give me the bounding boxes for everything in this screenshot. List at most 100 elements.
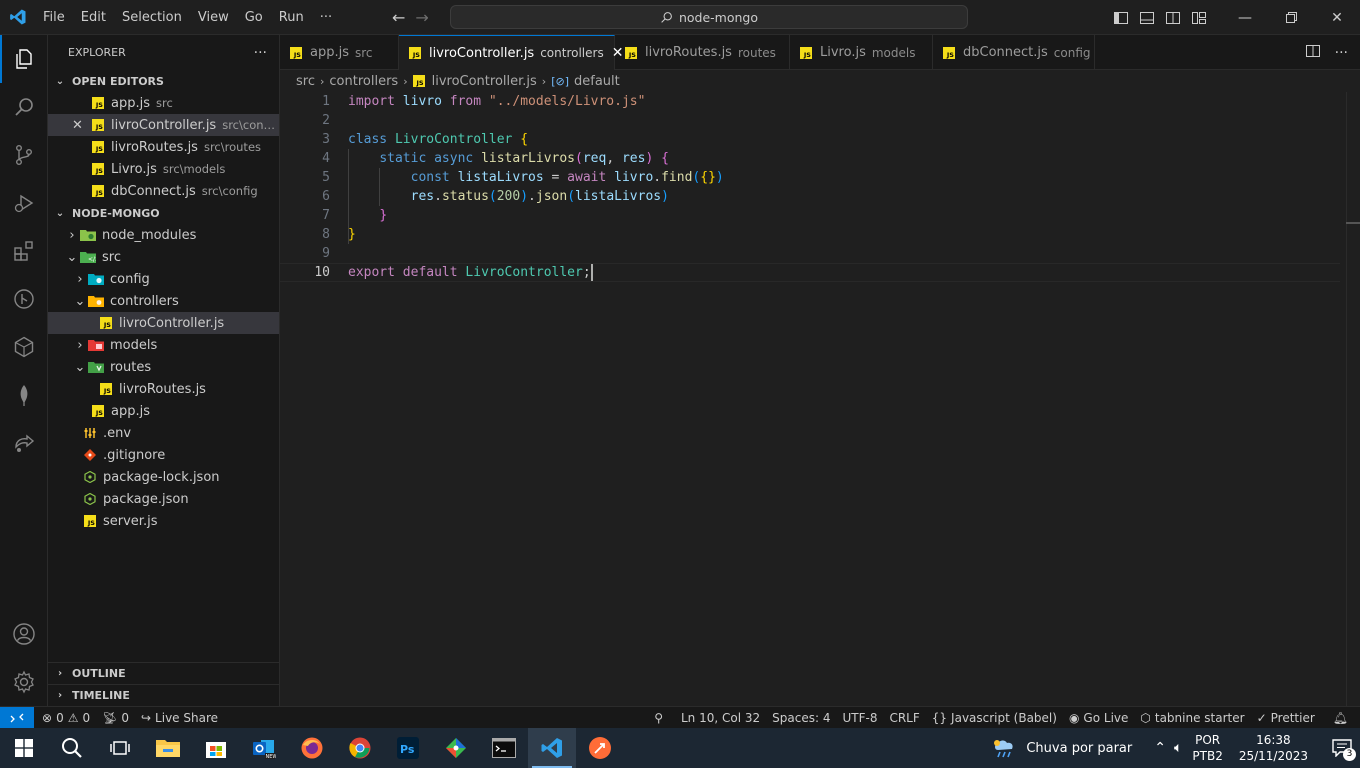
- run-debug-icon[interactable]: [0, 179, 48, 227]
- tree-file-package-lock[interactable]: package-lock.json: [48, 466, 279, 488]
- breadcrumb-item[interactable]: default: [574, 74, 620, 89]
- tree-folder-config[interactable]: › config: [48, 268, 279, 290]
- volume-icon[interactable]: 🔈︎: [1174, 740, 1182, 756]
- chrome-icon[interactable]: [336, 728, 384, 768]
- open-editor-item[interactable]: ✕ JS livroController.js src\control...: [48, 114, 279, 136]
- forward-arrow-icon[interactable]: →: [415, 8, 428, 27]
- vscode-taskbar-icon[interactable]: [528, 728, 576, 768]
- outline-section[interactable]: › OUTLINE: [48, 662, 279, 684]
- breadcrumb-item[interactable]: src: [296, 74, 315, 89]
- tree-file-server[interactable]: JS server.js: [48, 510, 279, 532]
- menu-more[interactable]: ···: [312, 0, 340, 35]
- close-icon[interactable]: ✕: [72, 118, 83, 133]
- photoshop-icon[interactable]: Ps: [384, 728, 432, 768]
- remote-explorer-icon[interactable]: [0, 323, 48, 371]
- postman-icon[interactable]: [576, 728, 624, 768]
- close-window-button[interactable]: ✕: [1314, 0, 1360, 35]
- menu-selection[interactable]: Selection: [114, 0, 190, 35]
- toggle-primary-sidebar-icon[interactable]: [1108, 0, 1134, 35]
- file-explorer-icon[interactable]: [144, 728, 192, 768]
- live-share-icon[interactable]: [0, 419, 48, 467]
- tree-file-app[interactable]: JS app.js: [48, 400, 279, 422]
- indentation[interactable]: Spaces: 4: [766, 707, 836, 729]
- split-editor-icon[interactable]: [1305, 43, 1321, 63]
- tab-dbconnect-js[interactable]: JS dbConnect.js config: [933, 35, 1095, 70]
- chevron-right-icon: ›: [69, 227, 75, 243]
- input-language[interactable]: POR PTB2: [1192, 732, 1222, 764]
- editor-scrollbar[interactable]: [1346, 92, 1360, 706]
- menu-view[interactable]: View: [190, 0, 237, 35]
- terminal-icon[interactable]: [480, 728, 528, 768]
- tab-livroroutes-js[interactable]: JS livroRoutes.js routes: [615, 35, 790, 70]
- git-client-icon[interactable]: [432, 728, 480, 768]
- explorer-more-actions[interactable]: ···: [254, 45, 267, 61]
- customize-layout-icon[interactable]: [1186, 0, 1212, 35]
- remote-indicator-icon[interactable]: [0, 706, 34, 729]
- extensions-icon[interactable]: [0, 227, 48, 275]
- git-graph-icon[interactable]: [0, 275, 48, 323]
- outlook-icon[interactable]: NEW: [240, 728, 288, 768]
- open-editor-item[interactable]: JS Livro.js src\models: [48, 158, 279, 180]
- tabnine-status[interactable]: ⬡ tabnine starter: [1134, 707, 1250, 729]
- explorer-icon[interactable]: [0, 35, 48, 83]
- tree-file-livrocontroller[interactable]: JS livroController.js: [48, 312, 279, 334]
- mongodb-leaf-icon[interactable]: [0, 371, 48, 419]
- task-view-icon[interactable]: [96, 728, 144, 768]
- command-center-search[interactable]: node-mongo: [450, 5, 968, 29]
- code-editor[interactable]: 1 2 3 4 5 6 7 8 9 10 import livro from "…: [280, 92, 1360, 706]
- tree-folder-controllers[interactable]: ⌄ controllers: [48, 290, 279, 312]
- open-editor-item[interactable]: JS dbConnect.js src\config: [48, 180, 279, 202]
- open-editors-section[interactable]: ⌄ OPEN EDITORS: [48, 70, 279, 92]
- chevron-up-icon[interactable]: ⌃: [1154, 740, 1166, 756]
- breadcrumb-item[interactable]: livroController.js: [432, 74, 537, 89]
- timeline-section[interactable]: › TIMELINE: [48, 684, 279, 706]
- clock[interactable]: 16:38 25/11/2023: [1239, 732, 1308, 764]
- microsoft-store-icon[interactable]: [192, 728, 240, 768]
- ports-indicator[interactable]: 📡︎ 0: [96, 707, 135, 729]
- weather-widget[interactable]: Chuva por parar: [992, 737, 1132, 759]
- more-actions-icon[interactable]: ···: [1335, 45, 1348, 61]
- settings-gear-icon[interactable]: [0, 658, 48, 706]
- minimize-button[interactable]: —: [1222, 0, 1268, 35]
- live-share-button[interactable]: ↪ Live Share: [135, 707, 224, 729]
- open-editor-item[interactable]: JS app.js src: [48, 92, 279, 114]
- tab-app-js[interactable]: JS app.js src: [280, 35, 399, 70]
- tree-file-env[interactable]: .env: [48, 422, 279, 444]
- project-section[interactable]: ⌄ NODE-MONGO: [48, 202, 279, 224]
- tree-folder-models[interactable]: › models: [48, 334, 279, 356]
- go-live-button[interactable]: ◉ Go Live: [1063, 707, 1134, 729]
- tab-livrocontroller-js[interactable]: JS livroController.js controllers ✕: [399, 35, 623, 71]
- accounts-icon[interactable]: [0, 610, 48, 658]
- menu-run[interactable]: Run: [271, 0, 312, 35]
- tree-folder-node-modules[interactable]: › node_modules: [48, 224, 279, 246]
- tree-file-package[interactable]: package.json: [48, 488, 279, 510]
- tree-folder-src[interactable]: ⌄ </> src: [48, 246, 279, 268]
- notifications-bell-icon[interactable]: 🔔︎: [1321, 707, 1360, 729]
- tab-livro-js[interactable]: JS Livro.js models: [790, 35, 933, 70]
- menu-edit[interactable]: Edit: [73, 0, 114, 35]
- language-mode[interactable]: {} Javascript (Babel): [926, 707, 1063, 729]
- menu-file[interactable]: File: [35, 0, 73, 35]
- tree-file-livroroutes[interactable]: JS livroRoutes.js: [48, 378, 279, 400]
- restore-button[interactable]: [1268, 0, 1314, 35]
- end-of-line[interactable]: CRLF: [883, 707, 925, 729]
- copilot-icon[interactable]: ⚲: [642, 707, 675, 729]
- notification-center-icon[interactable]: 3: [1324, 728, 1360, 768]
- problems-indicator[interactable]: ⊗ 0 ⚠ 0: [36, 707, 96, 729]
- toggle-panel-icon[interactable]: [1134, 0, 1160, 35]
- taskbar-search-icon[interactable]: [48, 728, 96, 768]
- prettier-status[interactable]: ✓ Prettier: [1251, 707, 1321, 729]
- menu-go[interactable]: Go: [237, 0, 271, 35]
- firefox-icon[interactable]: [288, 728, 336, 768]
- toggle-secondary-sidebar-icon[interactable]: [1160, 0, 1186, 35]
- encoding[interactable]: UTF-8: [836, 707, 883, 729]
- source-control-icon[interactable]: [0, 131, 48, 179]
- open-editor-item[interactable]: JS livroRoutes.js src\routes: [48, 136, 279, 158]
- tree-folder-routes[interactable]: ⌄ routes: [48, 356, 279, 378]
- cursor-position[interactable]: Ln 10, Col 32: [675, 707, 766, 729]
- search-icon[interactable]: [0, 83, 48, 131]
- windows-start-icon[interactable]: [0, 728, 48, 768]
- tree-file-gitignore[interactable]: .gitignore: [48, 444, 279, 466]
- breadcrumb-item[interactable]: controllers: [329, 74, 398, 89]
- back-arrow-icon[interactable]: ←: [392, 8, 405, 27]
